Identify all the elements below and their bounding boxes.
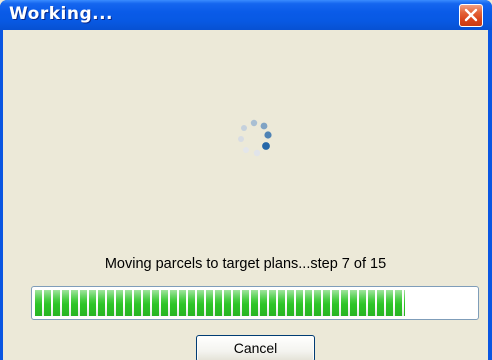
close-icon bbox=[464, 8, 478, 22]
window-title: Working... bbox=[9, 4, 113, 24]
status-message: Moving parcels to target plans...step 7 … bbox=[104, 256, 387, 272]
close-button[interactable] bbox=[459, 4, 483, 27]
progress-bar-fill bbox=[35, 290, 405, 316]
cancel-button[interactable]: Cancel bbox=[196, 335, 315, 360]
loading-spinner-icon bbox=[238, 119, 272, 157]
dialog-body: Moving parcels to target plans...step 7 … bbox=[3, 30, 488, 360]
working-dialog: Working... Moving parcels to target plan… bbox=[0, 0, 492, 360]
progress-bar bbox=[31, 286, 479, 320]
title-bar[interactable]: Working... bbox=[0, 0, 492, 30]
